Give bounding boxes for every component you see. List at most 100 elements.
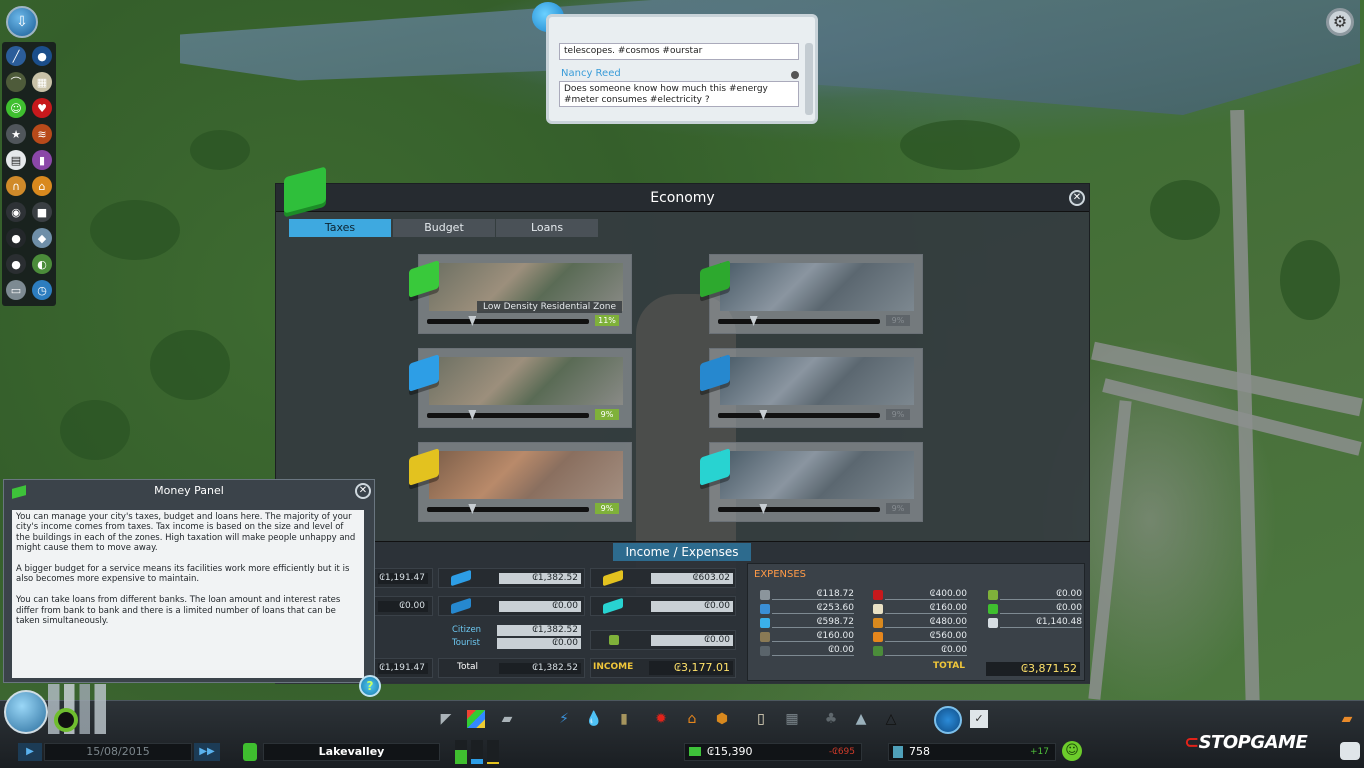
water-expense-icon xyxy=(760,618,770,628)
zoning-tool-icon[interactable] xyxy=(467,710,485,728)
tax-slider-knob[interactable] xyxy=(759,410,768,420)
monument-tool-icon[interactable]: ▲ xyxy=(852,710,870,728)
electricity-tool-icon[interactable]: ⚡ xyxy=(555,710,573,728)
decoration-icon[interactable]: ● xyxy=(6,228,26,248)
police-icon[interactable]: ▤ xyxy=(6,150,26,170)
tax-slider-knob[interactable] xyxy=(468,410,477,420)
water-icon[interactable]: ● xyxy=(32,46,52,66)
roads-icon[interactable]: ╱ xyxy=(6,46,26,66)
unique-buildings-icon[interactable]: ★ xyxy=(6,124,26,144)
play-button[interactable]: ▶ xyxy=(18,743,42,761)
chirper-scrollbar[interactable] xyxy=(805,43,813,115)
economy-tool-button[interactable] xyxy=(934,706,962,734)
speed-button[interactable]: ▶▶ xyxy=(194,743,220,761)
tax-slider-knob[interactable] xyxy=(468,504,477,514)
chirp-text-1: telescopes. #cosmos #ourstar xyxy=(564,46,703,56)
tax-rate: 9% xyxy=(595,503,619,514)
fire-icon[interactable]: ∩ xyxy=(6,176,26,196)
road-cross xyxy=(1091,341,1363,417)
tax-slider[interactable] xyxy=(427,410,589,420)
education-icon[interactable]: ▮ xyxy=(32,150,52,170)
population-value: 758 xyxy=(909,745,930,758)
wonders-tool-icon[interactable]: △ xyxy=(882,710,900,728)
city-name-text: Lakevalley xyxy=(318,745,385,758)
residential-total-value: ₢1,191.47 xyxy=(378,663,428,674)
water-tool-icon[interactable]: 💧 xyxy=(585,710,603,728)
transport-icon[interactable]: ■ xyxy=(32,202,52,222)
milestone-progress-icon[interactable] xyxy=(54,708,78,732)
garbage-expense-icon xyxy=(760,632,770,642)
policy-expense-icon xyxy=(988,604,998,614)
tax-slider[interactable] xyxy=(718,316,880,326)
zoning-icon[interactable]: ⌒ xyxy=(6,72,26,92)
disaster-icon[interactable]: ● xyxy=(6,254,26,274)
education-tool-icon[interactable]: ▯ xyxy=(752,710,770,728)
city-name-field[interactable]: Lakevalley xyxy=(263,743,440,761)
money-panel-close-icon[interactable]: ✕ xyxy=(355,483,371,499)
zone-residential-low: Low Density Residential Zone 11% xyxy=(409,254,632,334)
policies-icon[interactable]: ≋ xyxy=(32,124,52,144)
help-question-icon[interactable]: ? xyxy=(359,675,381,697)
tax-slider-knob[interactable] xyxy=(759,504,768,514)
bulldozer-icon[interactable]: ▭ xyxy=(6,280,26,300)
bulldozer-tool-icon[interactable]: ▰ xyxy=(1338,710,1356,728)
settings-gear-icon[interactable]: ⚙ xyxy=(1326,8,1354,36)
tax-slider-knob[interactable] xyxy=(468,316,477,326)
park-icon[interactable]: ◆ xyxy=(32,228,52,248)
money-panel-text: You can manage your city's taxes, budget… xyxy=(12,510,364,678)
fire-tool-icon[interactable]: ⌂ xyxy=(683,710,701,728)
expense-roads: ₢118.72 xyxy=(772,589,854,600)
education-expense-icon xyxy=(873,604,883,614)
transport-income-row: ₢0.00 xyxy=(590,630,736,650)
tab-taxes[interactable]: Taxes xyxy=(289,219,391,237)
district-tool-icon[interactable]: ▰ xyxy=(498,710,516,728)
date-text: 15/08/2015 xyxy=(86,745,150,758)
residential-high-income-row: ₢0.00 xyxy=(371,596,433,616)
demand-bar-residential xyxy=(455,740,467,764)
happiness-icon[interactable]: ☺ xyxy=(1062,741,1082,761)
economy-close-icon[interactable]: ✕ xyxy=(1069,190,1085,206)
chat-icon[interactable] xyxy=(1340,742,1360,760)
policies-tool-icon[interactable]: ✓ xyxy=(970,710,988,728)
zone-industrial: 9% xyxy=(409,442,632,522)
tax-slider[interactable] xyxy=(427,316,589,326)
chirp-delete-icon[interactable] xyxy=(791,71,799,79)
services-icon[interactable]: ⌂ xyxy=(32,176,52,196)
garbage-tool-icon[interactable]: ▮ xyxy=(615,710,633,728)
income-expenses-panel: Income / Expenses ₢1,191.47 ₢0.00 ₢1,191… xyxy=(275,541,1090,684)
tax-slider-knob[interactable] xyxy=(749,316,758,326)
tax-slider[interactable] xyxy=(427,504,589,514)
population-display[interactable]: 758 +17 xyxy=(888,743,1056,761)
expense-unique: ₢0.00 xyxy=(772,645,854,656)
roads-tool-icon[interactable]: ◤ xyxy=(437,710,455,728)
chirp-author-2[interactable]: Nancy Reed xyxy=(561,68,621,79)
zone-image xyxy=(720,263,914,311)
watermark-text: STOPGAME xyxy=(1198,732,1308,753)
tax-slider[interactable] xyxy=(718,504,880,514)
expenses-title: EXPENSES xyxy=(754,569,807,580)
districts-icon[interactable]: ▦ xyxy=(32,72,52,92)
health-tool-icon[interactable]: ✹ xyxy=(652,710,670,728)
transport-income-value: ₢0.00 xyxy=(651,635,733,646)
money-display[interactable]: ₢15,390 -₢695 xyxy=(684,743,862,761)
city-info-globe-icon[interactable] xyxy=(4,690,48,734)
tab-budget[interactable]: Budget xyxy=(393,219,495,237)
residential-high-income-value: ₢0.00 xyxy=(378,601,428,612)
unlock-button[interactable]: ⇩ xyxy=(6,6,38,38)
health-icon[interactable]: ♥ xyxy=(32,98,52,118)
population-icon xyxy=(893,746,903,758)
income-total-row: INCOME ₢3,177.01 xyxy=(590,658,736,678)
road-expense-icon xyxy=(760,590,770,600)
city-info-icon[interactable] xyxy=(243,743,257,761)
tab-loans[interactable]: Loans xyxy=(496,219,598,237)
police-tool-icon[interactable]: ⬢ xyxy=(713,710,731,728)
transport-tool-icon[interactable]: ▦ xyxy=(783,710,801,728)
expense-transport: ₢0.00 xyxy=(1000,589,1082,600)
expense-loans: ₢1,140.48 xyxy=(1000,617,1082,628)
tax-slider[interactable] xyxy=(718,410,880,420)
terrain-icon[interactable]: ◐ xyxy=(32,254,52,274)
monument-icon[interactable]: ◉ xyxy=(6,202,26,222)
beautification-tool-icon[interactable]: ♣ xyxy=(822,710,840,728)
clock-icon[interactable]: ◷ xyxy=(32,280,52,300)
happiness-icon[interactable]: ☺ xyxy=(6,98,26,118)
